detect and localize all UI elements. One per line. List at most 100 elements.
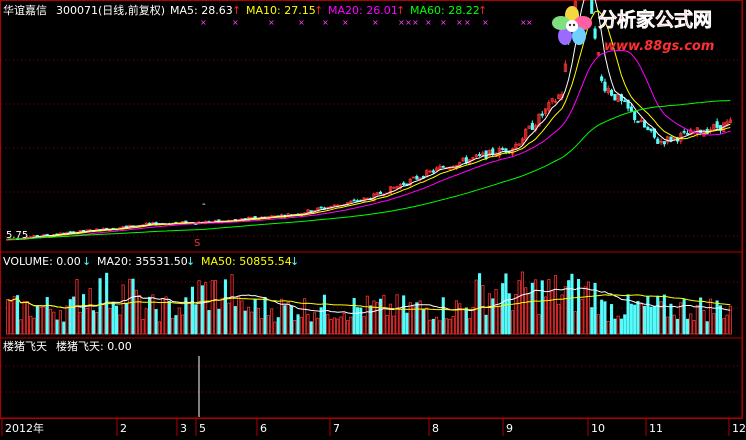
x-marker: × <box>398 18 405 27</box>
volume-bar <box>52 311 56 335</box>
volume-bar <box>590 307 594 335</box>
volume-bar <box>461 307 465 335</box>
x-tick-label: 11 <box>649 422 663 435</box>
volume-bar <box>250 311 254 335</box>
candle-body <box>646 126 650 131</box>
x-marker: × <box>425 18 432 27</box>
volume-bar <box>675 318 680 335</box>
volume-bar <box>108 308 112 335</box>
volume-bar <box>722 318 726 335</box>
volume-bar <box>431 318 435 335</box>
volume-bar <box>712 313 716 335</box>
volume-bar <box>72 296 76 335</box>
volume-bar <box>55 319 59 335</box>
volume-bar <box>464 307 468 335</box>
volume-bar <box>477 273 482 335</box>
volume-bar <box>669 303 673 335</box>
x-marker: × <box>456 18 463 27</box>
x-tick-label: 9 <box>506 422 513 435</box>
volume-bar <box>725 314 729 335</box>
volume-bar <box>42 306 46 335</box>
x-marker: × <box>322 18 329 27</box>
volume-bar <box>12 296 16 335</box>
candle-body <box>124 225 129 228</box>
volume-bar <box>45 297 49 335</box>
volume-bar <box>606 320 610 335</box>
volume-bar <box>619 318 624 335</box>
volume-bar <box>174 315 178 335</box>
volume-bar <box>296 314 300 335</box>
volume-bar <box>58 310 63 335</box>
volume-bar <box>382 294 386 335</box>
volume-bar <box>207 310 211 335</box>
volume-bar <box>243 310 247 335</box>
x-marker: × <box>412 18 419 27</box>
volume-bar <box>438 320 442 335</box>
candle-body <box>715 121 719 128</box>
volume-bar <box>451 316 455 335</box>
volume-bar <box>398 308 402 335</box>
volume-bar <box>481 285 485 335</box>
volume-bar <box>114 305 119 335</box>
volume-bar <box>78 311 82 335</box>
volume-bar <box>636 300 640 335</box>
x-tick-label: 2012年 <box>5 421 44 435</box>
low-price-label: 5.75 <box>6 230 28 241</box>
x-marker: × <box>405 18 412 27</box>
candle-body <box>392 187 396 189</box>
vol-ma20-legend: MA20: 35531.50 <box>97 255 188 268</box>
volume-bar <box>299 316 303 335</box>
volume-bar <box>29 315 33 335</box>
candle-body <box>600 76 604 81</box>
volume-bar <box>349 316 353 335</box>
volume-bar <box>616 315 620 335</box>
volume-bar <box>190 286 195 335</box>
candle-body <box>636 120 640 123</box>
volume-bar <box>580 299 584 335</box>
volume-bar <box>32 317 36 335</box>
volume-bar <box>415 302 419 335</box>
volume-bar <box>540 280 544 335</box>
x-marker: × <box>526 18 533 27</box>
ma-lines <box>7 0 731 240</box>
volume-bar <box>355 307 360 335</box>
volume-bar <box>656 295 660 335</box>
ma5-arrow: ↑ <box>232 4 241 17</box>
volume-bar <box>266 315 270 335</box>
volume-bar <box>270 308 274 335</box>
volume-bar <box>322 294 327 335</box>
candle-body <box>649 128 653 132</box>
volume-bar <box>352 297 356 335</box>
volume-bar <box>458 303 462 335</box>
volume-bar <box>547 279 551 335</box>
indicator-value: 楼猪飞天: 0.00 <box>56 339 132 353</box>
vol-ma50-arrow: ↓ <box>290 255 299 268</box>
watermark-url: www.88gs.com <box>604 39 714 54</box>
volume-bar <box>332 317 336 335</box>
candle-body <box>623 100 627 103</box>
volume-bar <box>227 302 231 335</box>
volume-bars <box>6 271 732 335</box>
volume-bar <box>289 305 294 335</box>
volume-bar <box>662 294 666 335</box>
volume-bar <box>217 308 221 335</box>
candle-body <box>530 122 534 130</box>
volume-bar <box>408 302 412 335</box>
volume-bar <box>646 296 650 335</box>
x-marker: × <box>440 18 447 27</box>
volume-bar <box>560 294 564 335</box>
volume-bar <box>111 301 115 335</box>
stock-chart: 2012年 2 3 5 6 7 8 9 10 11 12 华谊嘉信 300071(日线,前复权) M… <box>0 0 746 436</box>
ma5-legend: MA5: 28.63 <box>170 4 233 17</box>
volume-bar <box>708 298 713 335</box>
ma60-legend: MA60: 28.22 <box>410 4 480 17</box>
candle-body <box>431 170 435 173</box>
signal-x-markers: × × × × × × × × × × × × × × × × × <box>200 18 533 27</box>
candle-body <box>682 131 686 133</box>
volume-bar <box>240 300 244 335</box>
x-tick-label: 3 <box>180 422 187 435</box>
volume-bar <box>715 300 719 335</box>
chart-frame <box>0 0 743 419</box>
stock-name: 华谊嘉信 <box>3 3 47 17</box>
volume-bar <box>81 294 86 335</box>
